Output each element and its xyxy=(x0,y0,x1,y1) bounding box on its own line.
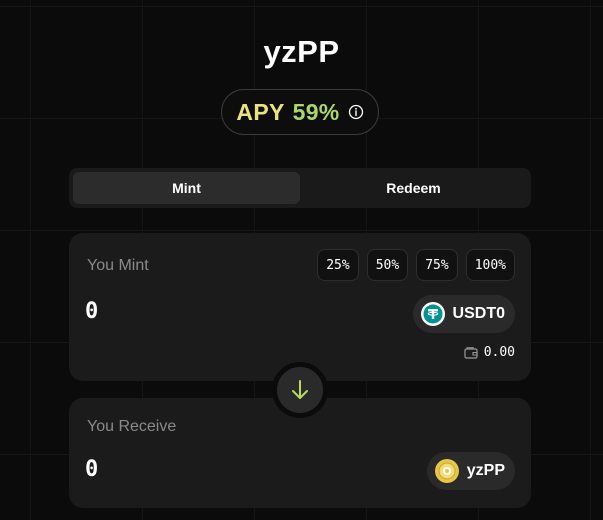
mint-card: You Mint 25% 50% 75% 100% USDT0 0.00 xyxy=(69,233,531,381)
page-title: yzPP xyxy=(263,34,340,69)
usdt0-token-icon xyxy=(420,302,445,326)
swap-direction-button[interactable] xyxy=(272,362,328,418)
percent-100-button[interactable]: 100% xyxy=(465,249,515,281)
receive-token-selector[interactable]: yzPP xyxy=(426,452,515,490)
wallet-icon xyxy=(464,346,478,360)
percent-50-button[interactable]: 50% xyxy=(366,249,409,281)
receive-token-name: yzPP xyxy=(466,462,505,479)
mint-redeem-tabs: Mint Redeem xyxy=(69,168,531,208)
mint-balance-value: 0.00 xyxy=(483,345,515,360)
tab-redeem[interactable]: Redeem xyxy=(300,172,527,204)
info-icon[interactable] xyxy=(348,104,364,120)
mint-token-selector[interactable]: USDT0 xyxy=(412,295,515,333)
percent-buttons: 25% 50% 75% 100% xyxy=(317,249,515,281)
you-mint-label: You Mint xyxy=(87,257,149,274)
apy-value: 59% xyxy=(292,98,340,125)
mint-balance: 0.00 xyxy=(464,345,515,360)
receive-amount-input[interactable] xyxy=(85,457,285,482)
you-receive-label: You Receive xyxy=(87,418,177,435)
percent-25-button[interactable]: 25% xyxy=(317,249,359,281)
tab-mint[interactable]: Mint xyxy=(73,172,300,204)
apy-label: APY xyxy=(236,98,285,125)
arrow-down-icon xyxy=(288,378,312,402)
percent-75-button[interactable]: 75% xyxy=(416,249,458,281)
mint-amount-input[interactable] xyxy=(85,299,285,324)
yzpp-token-icon xyxy=(434,459,459,483)
mint-token-name: USDT0 xyxy=(452,305,505,322)
apy-badge: APY 59% xyxy=(221,89,379,135)
